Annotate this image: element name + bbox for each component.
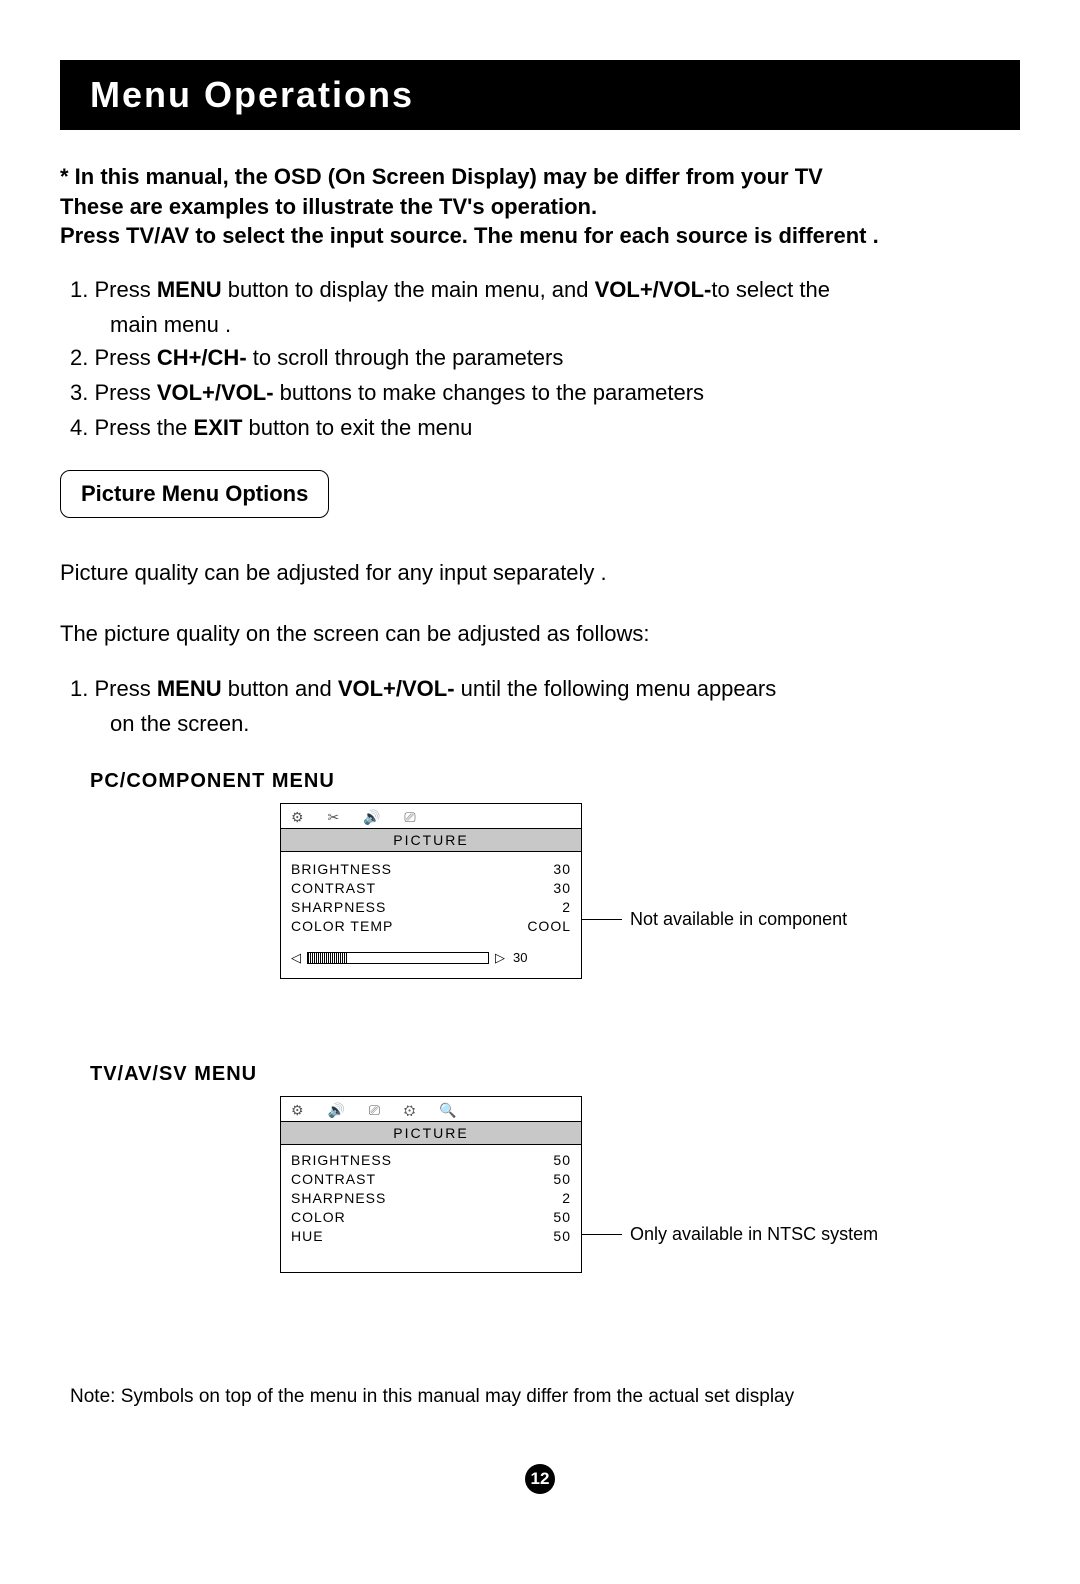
page-number: 12 (525, 1464, 555, 1494)
slider-fill (308, 953, 348, 963)
title-bar: Menu Operations (60, 60, 1020, 130)
pc-row-sharpness: SHARPNESS2 (291, 898, 571, 917)
pc-menu-label: PC/COMPONENT MENU (90, 770, 1020, 793)
callout-line (582, 1234, 622, 1235)
tv-osd-body: BRIGHTNESS50 CONTRAST50 SHARPNESS2 COLOR… (281, 1144, 581, 1271)
tv-row-contrast: CONTRAST50 (291, 1170, 571, 1189)
paragraph-2: The picture quality on the screen can be… (60, 617, 1020, 650)
page-title: Menu Operations (90, 74, 990, 116)
slider-right-icon: ▷ (495, 950, 505, 966)
pc-osd-box: ⚙ ✂ 🔊 ⎚ PICTURE BRIGHTNESS30 CONTRAST30 … (280, 803, 582, 979)
main-steps: 1. Press MENU button to display the main… (60, 273, 1020, 444)
tv-callout: Only available in NTSC system (582, 1224, 878, 1245)
step-1-cont: main menu . (70, 308, 1020, 341)
pc-osd-slider: ◁ ▷ 30 (281, 942, 581, 978)
pc-osd-body: BRIGHTNESS30 CONTRAST30 SHARPNESS2 COLOR… (281, 851, 581, 942)
step-2: 2. Press CH+/CH- to scroll through the p… (70, 341, 1020, 374)
tv-row-brightness: BRIGHTNESS50 (291, 1151, 571, 1170)
intro-line-1: * In this manual, the OSD (On Screen Dis… (60, 162, 1020, 192)
pc-row-brightness: BRIGHTNESS30 (291, 860, 571, 879)
intro-line-3: Press TV/AV to select the input source. … (60, 221, 1020, 251)
callout-line (582, 919, 622, 920)
paragraph-1: Picture quality can be adjusted for any … (60, 556, 1020, 589)
intro-block: * In this manual, the OSD (On Screen Dis… (60, 162, 1020, 251)
pc-row-colortemp: COLOR TEMPCOOL (291, 917, 571, 936)
tv-osd-header: PICTURE (281, 1122, 581, 1144)
pc-row-contrast: CONTRAST30 (291, 879, 571, 898)
pc-osd-wrap: ⚙ ✂ 🔊 ⎚ PICTURE BRIGHTNESS30 CONTRAST30 … (280, 803, 880, 1013)
tv-osd-icon-row: ⚙ 🔊 ⎚ ⚙ 🔍 (281, 1097, 581, 1122)
sub-steps: 1. Press MENU button and VOL+/VOL- until… (60, 672, 1020, 740)
step-1: 1. Press MENU button to display the main… (70, 273, 1020, 306)
step-3: 3. Press VOL+/VOL- buttons to make chang… (70, 376, 1020, 409)
tv-callout-text: Only available in NTSC system (630, 1224, 878, 1245)
pc-callout: Not available in component (582, 909, 847, 930)
tv-osd-box: ⚙ 🔊 ⎚ ⚙ 🔍 PICTURE BRIGHTNESS50 CONTRAST5… (280, 1096, 582, 1272)
slider-value: 30 (513, 950, 527, 965)
slider-track (307, 952, 489, 964)
sub-step-1: 1. Press MENU button and VOL+/VOL- until… (70, 672, 1020, 705)
intro-line-2: These are examples to illustrate the TV'… (60, 192, 1020, 222)
section-heading-box: Picture Menu Options (60, 470, 329, 518)
tv-osd-wrap: ⚙ 🔊 ⎚ ⚙ 🔍 PICTURE BRIGHTNESS50 CONTRAST5… (280, 1096, 980, 1326)
footnote: Note: Symbols on top of the menu in this… (70, 1386, 1020, 1408)
slider-left-icon: ◁ (291, 950, 301, 966)
tv-row-color: COLOR50 (291, 1208, 571, 1227)
pc-callout-text: Not available in component (630, 909, 847, 930)
tv-menu-label: TV/AV/SV MENU (90, 1063, 1020, 1086)
tv-row-hue: HUE50 (291, 1227, 571, 1246)
pc-osd-header: PICTURE (281, 829, 581, 851)
pc-osd-icon-row: ⚙ ✂ 🔊 ⎚ (281, 804, 581, 829)
tv-row-sharpness: SHARPNESS2 (291, 1189, 571, 1208)
sub-step-1-cont: on the screen. (70, 707, 1020, 740)
step-4: 4. Press the EXIT button to exit the men… (70, 411, 1020, 444)
